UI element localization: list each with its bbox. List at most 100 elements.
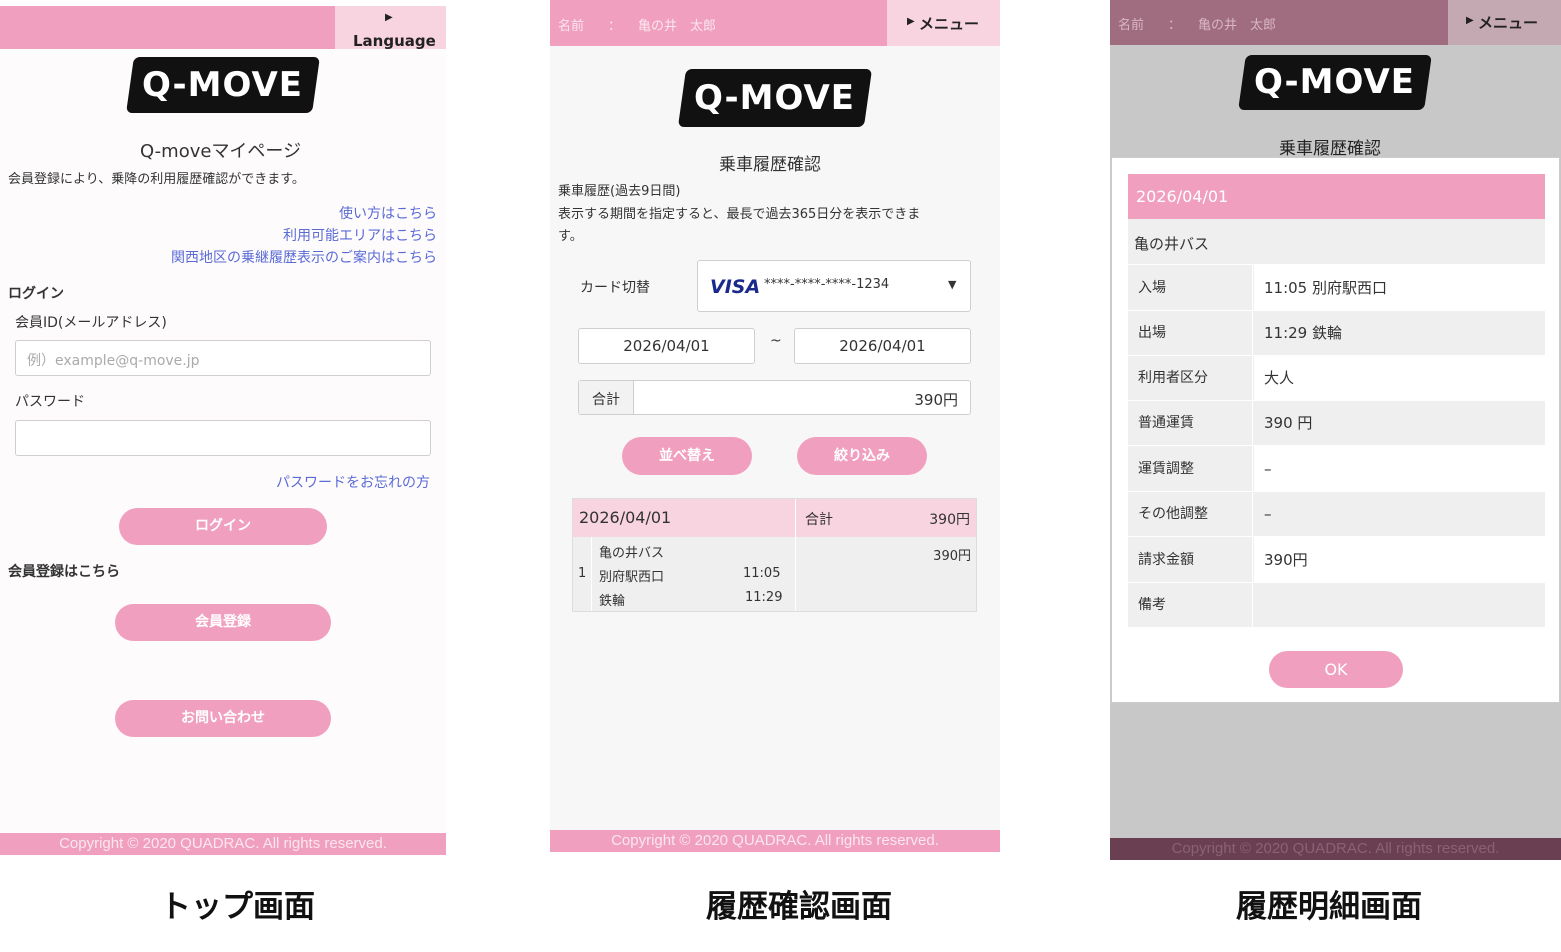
detail-value: –	[1254, 492, 1545, 536]
modal-operator: 亀の井バス	[1134, 235, 1210, 253]
row-fare: 390円	[933, 549, 971, 564]
ok-button[interactable]: OK	[1269, 651, 1403, 688]
language-label: Language	[353, 32, 436, 50]
detail-row: 出場 11:29 鉄輪	[1128, 311, 1545, 356]
menu-button[interactable]: ▶ メニュー	[1448, 0, 1561, 45]
total-value: 390円	[914, 391, 958, 409]
detail-label: 請求金額	[1128, 537, 1253, 582]
user-name: 亀の井 太郎	[1198, 18, 1277, 33]
row-operator: 亀の井バス	[599, 546, 665, 561]
member-id-label: 会員ID(メールアドレス)	[15, 315, 167, 331]
register-button[interactable]: 会員登録	[115, 604, 331, 641]
visa-logo: VISA	[710, 276, 761, 298]
caption-top: トップ画面	[160, 889, 315, 925]
login-button[interactable]: ログイン	[119, 508, 327, 545]
q-move-logo: Q-MOVE	[1238, 55, 1432, 110]
row-to-time: 11:29	[745, 590, 783, 605]
name-label: 名前	[1118, 18, 1145, 33]
table-date: 2026/04/01	[579, 508, 672, 527]
login-heading: ログイン	[8, 286, 64, 302]
row-to-stop: 鉄輪	[599, 594, 626, 609]
chevron-down-icon: ▼	[948, 278, 957, 291]
date-tilde: ~	[770, 333, 782, 349]
detail-screen: 名前 ： 亀の井 太郎 ▶ メニュー Q-MOVE 乗車履歴確認 2026/04…	[1110, 0, 1561, 860]
detail-label: その他調整	[1128, 492, 1253, 536]
member-id-input[interactable]: 例）example@q-move.jp	[15, 340, 431, 376]
detail-row: その他調整 –	[1128, 492, 1545, 537]
caret-icon: ▶	[385, 12, 393, 23]
caption-detail: 履歴明細画面	[1236, 889, 1422, 925]
divider	[795, 499, 796, 537]
detail-row: 請求金額 390円	[1128, 537, 1545, 583]
detail-label: 備考	[1128, 583, 1253, 627]
detail-label: 運賃調整	[1128, 446, 1253, 491]
detail-value: 11:05 別府駅西口	[1254, 265, 1545, 310]
q-move-logo: Q-MOVE	[126, 57, 320, 113]
menu-button[interactable]: ▶ メニュー	[887, 0, 1000, 46]
desc-line-1: 乗車履歴(過去9日間)	[558, 184, 681, 199]
desc-line-3: す。	[558, 229, 583, 244]
date-to-input[interactable]: 2026/04/01	[794, 328, 971, 364]
table-row[interactable]: 1 亀の井バス 別府駅西口 11:05 鉄輪 11:29 390円	[573, 537, 976, 611]
footer: Copyright © 2020 QUADRAC. All rights res…	[1110, 838, 1561, 860]
detail-value: 大人	[1254, 356, 1545, 400]
total-label: 合計	[592, 392, 620, 408]
detail-row: 運賃調整 –	[1128, 446, 1545, 492]
contact-button[interactable]: お問い合わせ	[115, 700, 331, 737]
page-title: 乗車履歴確認	[1279, 139, 1381, 159]
detail-value: –	[1254, 446, 1545, 491]
header-bar: 名前 ： 亀の井 太郎	[1110, 0, 1448, 45]
top-screen: ▶ Language Q-MOVE Q-moveマイページ 会員登録により、乗降…	[0, 6, 446, 856]
table-header-row: 2026/04/01 合計 390円	[573, 499, 976, 537]
name-separator: ：	[608, 19, 622, 34]
header-bar: 名前 ： 亀の井 太郎	[550, 0, 887, 46]
intro-text: 会員登録により、乗降の利用履歴確認ができます。	[8, 172, 305, 187]
how-to-link[interactable]: 使い方はこちら	[339, 203, 437, 223]
history-screen: 名前 ： 亀の井 太郎 ▶ メニュー Q-MOVE 乗車履歴確認 乗車履歴(過去…	[550, 0, 1000, 852]
password-input[interactable]	[15, 420, 431, 456]
modal-date-header: 2026/04/01	[1128, 174, 1545, 219]
register-heading: 会員登録はこちら	[8, 564, 120, 580]
detail-label: 入場	[1128, 265, 1253, 310]
sort-button[interactable]: 並べ替え	[622, 437, 752, 475]
caret-icon: ▶	[1466, 15, 1474, 26]
page-title: Q-moveマイページ	[140, 141, 302, 162]
member-id-placeholder: 例）example@q-move.jp	[27, 353, 200, 369]
table-total-value: 390円	[929, 512, 970, 528]
header-bar	[0, 6, 335, 49]
menu-label: メニュー	[1478, 14, 1539, 32]
password-label: パスワード	[15, 394, 85, 410]
caret-icon: ▶	[907, 16, 915, 27]
filter-button[interactable]: 絞り込み	[797, 437, 927, 475]
caption-history: 履歴確認画面	[706, 889, 892, 925]
detail-label: 普通運賃	[1128, 401, 1253, 445]
footer: Copyright © 2020 QUADRAC. All rights res…	[550, 830, 1000, 852]
kansai-link[interactable]: 関西地区の乗継履歴表示のご案内はこちら	[171, 247, 437, 267]
detail-label: 出場	[1128, 311, 1253, 355]
total-field: 合計 390円	[578, 380, 971, 415]
area-link[interactable]: 利用可能エリアはこちら	[283, 225, 437, 245]
q-move-logo: Q-MOVE	[677, 69, 873, 127]
detail-row: 普通運賃 390 円	[1128, 401, 1545, 446]
date-from-input[interactable]: 2026/04/01	[578, 328, 755, 364]
language-button[interactable]: ▶ Language	[335, 6, 446, 50]
row-from-stop: 別府駅西口	[599, 570, 665, 585]
footer: Copyright © 2020 QUADRAC. All rights res…	[0, 833, 446, 855]
detail-row: 利用者区分 大人	[1128, 356, 1545, 401]
divider	[795, 537, 796, 611]
row-number: 1	[578, 566, 587, 581]
detail-modal: 2026/04/01 亀の井バス 入場 11:05 別府駅西口 出場 11:29…	[1111, 157, 1560, 703]
modal-operator-row: 亀の井バス	[1128, 219, 1545, 265]
card-select[interactable]: VISA ****-****-****-1234 ▼	[697, 260, 971, 312]
history-table: 2026/04/01 合計 390円 1 亀の井バス 別府駅西口 11:05 鉄…	[572, 498, 977, 612]
detail-value: 390円	[1254, 537, 1545, 582]
card-number: ****-****-****-1234	[764, 277, 890, 292]
detail-row: 入場 11:05 別府駅西口	[1128, 265, 1545, 311]
card-label: カード切替	[580, 280, 650, 296]
forgot-password-link[interactable]: パスワードをお忘れの方	[276, 472, 430, 492]
desc-line-2: 表示する期間を指定すると、最長で過去365日分を表示できま	[558, 207, 921, 222]
page-title: 乗車履歴確認	[719, 155, 821, 175]
detail-label: 利用者区分	[1128, 356, 1253, 400]
row-from-time: 11:05	[743, 566, 781, 581]
detail-value	[1254, 583, 1545, 627]
